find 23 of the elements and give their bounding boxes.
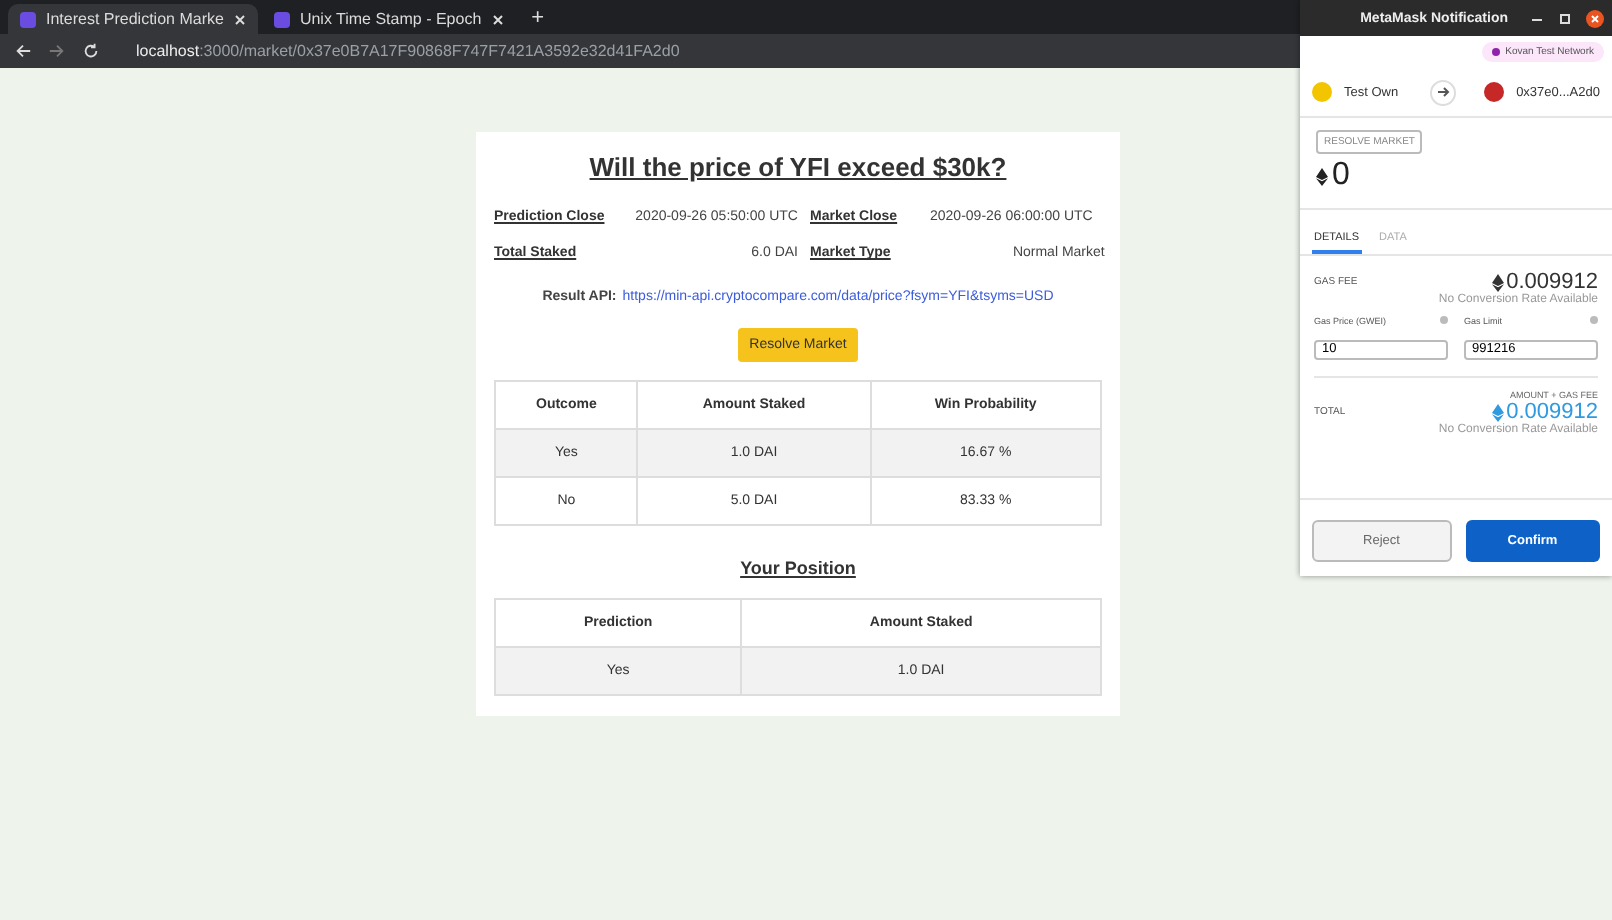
forward-arrow-icon[interactable] <box>48 42 66 60</box>
reload-icon[interactable] <box>82 42 100 60</box>
ethereum-icon <box>1492 273 1505 291</box>
site-icon <box>273 11 290 27</box>
browser-tab[interactable]: Unix Time Stamp - Epoch <box>261 4 516 34</box>
close-icon[interactable] <box>491 13 504 25</box>
amount-value: 0 <box>1316 158 1350 194</box>
close-icon[interactable] <box>233 13 246 25</box>
ethereum-icon <box>1492 403 1505 421</box>
browser-tab[interactable]: Interest Prediction Marke <box>8 4 258 34</box>
gas-fee-value: 0.009912 <box>1492 270 1598 294</box>
back-arrow-icon[interactable] <box>14 42 32 60</box>
total-value: 0.009912 <box>1492 400 1598 424</box>
address-bar[interactable]: localhost:3000/market/0x37e0B7A17F90868F747F7421A3592e32d41FA2d0 <box>136 42 680 60</box>
market-title: Will the price of YFI exceed $30k? <box>589 152 1007 182</box>
new-tab-button[interactable]: + <box>519 5 557 29</box>
position-title: Your Position <box>740 558 856 578</box>
close-icon[interactable] <box>1586 9 1604 27</box>
ethereum-icon <box>1316 167 1328 185</box>
account-avatar <box>1484 82 1505 102</box>
maximize-icon[interactable] <box>1558 11 1572 25</box>
site-icon <box>20 11 36 27</box>
account-avatar <box>1312 82 1332 102</box>
